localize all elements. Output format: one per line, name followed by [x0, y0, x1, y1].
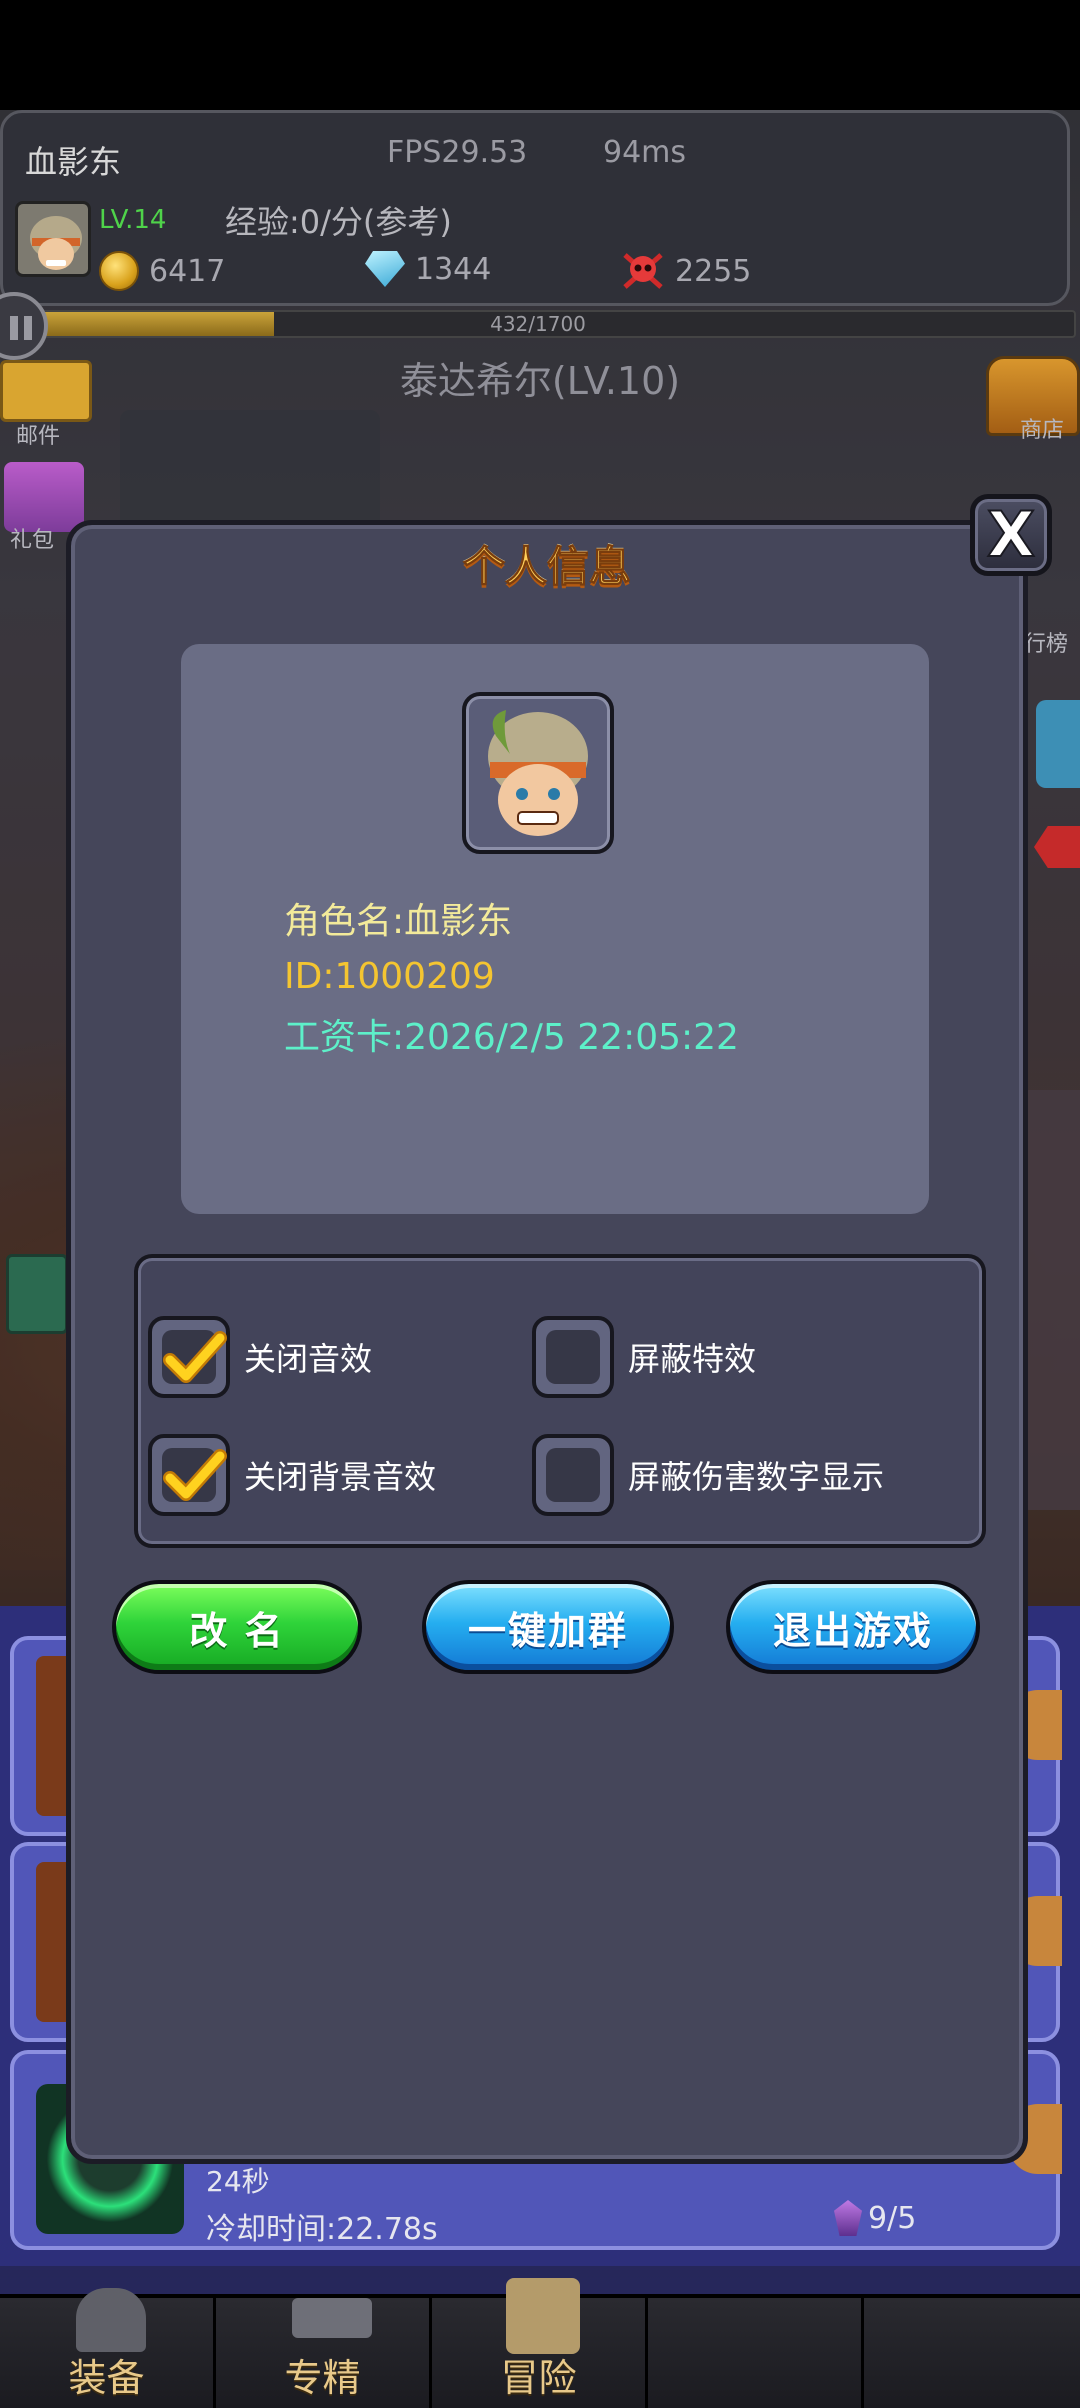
crystal-icon: [834, 2200, 862, 2236]
nav-mastery[interactable]: 专精: [216, 2298, 432, 2408]
player-avatar[interactable]: [15, 201, 91, 277]
diamond-counter: 1344: [365, 251, 491, 287]
fps-readout: FPS29.53: [387, 135, 528, 170]
pay-card-expiry: 工资卡:2026/2/5 22:05:22: [284, 1017, 739, 1058]
character-portrait: [462, 692, 614, 854]
mail-label[interactable]: 邮件: [16, 418, 60, 450]
setting-label: 关闭背景音效: [244, 1458, 437, 1496]
scroll-icon: [506, 2278, 580, 2354]
kill-value: 2255: [675, 253, 752, 289]
stage-title: 泰达希尔(LV.10): [399, 359, 681, 403]
gold-value: 6417: [149, 253, 226, 289]
close-button[interactable]: X: [970, 494, 1052, 576]
rank-label[interactable]: 行榜: [1024, 626, 1068, 658]
nav-adventure[interactable]: 冒险: [432, 2278, 648, 2408]
nav-label: 冒险: [500, 2356, 577, 2400]
hammer-icon: [292, 2298, 372, 2338]
join-group-button[interactable]: 一键加群: [422, 1580, 674, 1674]
bgm-checkbox[interactable]: [148, 1434, 230, 1516]
diamond-icon: [365, 251, 405, 287]
diamond-value: 1344: [415, 251, 492, 287]
skull-icon: [621, 251, 665, 291]
experience-text: 432/1700: [490, 312, 586, 336]
nav-empty-slot[interactable]: [648, 2298, 864, 2408]
side-card-icon[interactable]: [1036, 700, 1080, 788]
setting-label: 屏蔽伤害数字显示: [628, 1458, 885, 1496]
mail-icon[interactable]: [0, 360, 92, 422]
setting-hide-effects[interactable]: 屏蔽特效: [532, 1316, 756, 1398]
setting-mute-sound[interactable]: 关闭音效: [148, 1316, 372, 1398]
nav-label: 装备: [68, 2356, 145, 2400]
coin-icon: [99, 251, 139, 291]
experience-bar: 432/1700: [0, 310, 1076, 338]
crystal-counter: 9/5: [834, 2200, 916, 2236]
character-name: 角色名:血影东: [284, 901, 513, 942]
damage-checkbox[interactable]: [532, 1434, 614, 1516]
player-hud: 血影东 FPS29.53 94ms LV.14 经验:0/分(参考) 6417 …: [0, 110, 1070, 306]
nav-equipment[interactable]: 装备: [0, 2288, 216, 2408]
setting-label: 屏蔽特效: [628, 1340, 757, 1378]
ping-readout: 94ms: [603, 135, 687, 170]
exp-rate: 经验:0/分(参考): [225, 203, 452, 241]
cooldown-text: 冷却时间:22.78s: [206, 2212, 438, 2247]
nav-empty-slot[interactable]: [864, 2298, 1080, 2408]
check-icon: [163, 1449, 227, 1501]
exit-game-button[interactable]: 退出游戏: [726, 1580, 980, 1674]
nav-label: 专精: [284, 2356, 361, 2400]
character-id: ID:1000209: [284, 956, 495, 997]
check-icon: [163, 1331, 227, 1383]
target-icon[interactable]: [6, 1254, 68, 1334]
close-icon: X: [986, 498, 1036, 572]
sound-checkbox[interactable]: [148, 1316, 230, 1398]
setting-mute-bgm[interactable]: 关闭背景音效: [148, 1434, 436, 1516]
crystal-value: 9/5: [868, 2200, 917, 2236]
effects-checkbox[interactable]: [532, 1316, 614, 1398]
player-name: 血影东: [25, 143, 122, 181]
setting-label: 关闭音效: [244, 1340, 373, 1378]
gold-counter: 6417: [99, 251, 225, 291]
setting-hide-damage-numbers[interactable]: 屏蔽伤害数字显示: [532, 1434, 884, 1516]
skill-duration: 24秒: [206, 2165, 270, 2198]
bottom-nav: 装备 专精 冒险: [0, 2278, 1080, 2408]
kill-counter: 2255: [621, 251, 751, 291]
rename-button[interactable]: 改 名: [112, 1580, 362, 1674]
shop-label[interactable]: 商店: [1020, 412, 1064, 444]
helmet-icon: [76, 2288, 146, 2352]
gift-label[interactable]: 礼包: [10, 522, 54, 554]
dialog-title: 个人信息: [462, 542, 631, 592]
player-level: LV.14: [99, 205, 167, 235]
